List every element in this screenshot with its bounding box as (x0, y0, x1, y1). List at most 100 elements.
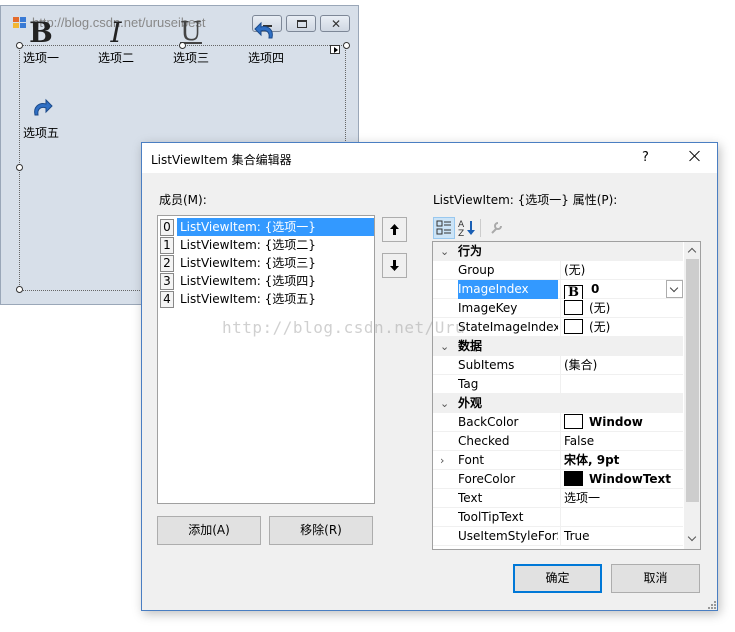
property-value[interactable]: B0 (560, 280, 683, 299)
members-listbox[interactable]: 0 ListViewItem: {选项一} 1 ListViewItem: {选… (157, 215, 375, 504)
resize-handle[interactable] (16, 164, 23, 171)
remove-button[interactable]: 移除(R) (269, 516, 373, 545)
collapse-chevron-icon[interactable]: ⌄ (440, 397, 449, 410)
property-row-font[interactable]: › Font 宋体, 9pt (433, 451, 683, 470)
category-name: 外观 (458, 396, 483, 410)
property-grid[interactable]: ⌄ 行为 Group (无) ImageIndex B0 ImageKey (无… (432, 241, 701, 550)
property-pages-button[interactable] (485, 217, 507, 239)
scrollbar-thumb[interactable] (686, 259, 699, 502)
property-value[interactable]: (无) (560, 299, 683, 318)
member-index: 0 (160, 219, 174, 236)
member-row[interactable]: 0 ListViewItem: {选项一} (159, 218, 374, 236)
property-value[interactable]: 选项一 (560, 489, 683, 508)
toolbar-separator (480, 219, 481, 237)
property-grid-scrollbar[interactable] (684, 242, 700, 549)
scroll-up-arrow-icon[interactable] (687, 247, 697, 257)
member-row[interactable]: 3 ListViewItem: {选项四} (159, 272, 374, 290)
collection-editor-dialog: ListViewItem 集合编辑器 ? 成员(M): 0 ListViewIt… (141, 142, 718, 611)
property-value[interactable] (560, 508, 683, 527)
property-row-checked[interactable]: Checked False (433, 432, 683, 451)
category-appearance[interactable]: ⌄ 外观 (433, 394, 683, 413)
property-row-imagekey[interactable]: ImageKey (无) (433, 299, 683, 318)
stateimageindex-value: (无) (589, 320, 611, 334)
member-text: ListViewItem: {选项五} (180, 292, 316, 306)
arrow-up-icon (390, 224, 399, 235)
svg-text:Z: Z (458, 229, 464, 239)
dialog-close-button[interactable] (685, 147, 705, 167)
property-row-tag[interactable]: Tag (433, 375, 683, 394)
member-text: ListViewItem: {选项二} (180, 238, 316, 252)
property-value[interactable]: WindowText (560, 470, 683, 489)
property-value[interactable]: Window (560, 413, 683, 432)
underline-icon: U (180, 17, 202, 47)
add-button[interactable]: 添加(A) (157, 516, 261, 545)
property-row-text[interactable]: Text 选项一 (433, 489, 683, 508)
move-down-button[interactable] (382, 253, 407, 278)
wrench-icon (491, 222, 502, 234)
ok-button[interactable]: 确定 (513, 564, 602, 593)
dropdown-button[interactable] (666, 280, 683, 298)
property-value[interactable]: True (560, 527, 683, 546)
dialog-title-bar[interactable]: ListViewItem 集合编辑器 ? (142, 143, 717, 173)
collapse-chevron-icon[interactable]: ⌄ (440, 340, 449, 353)
property-name: ToolTipText (458, 510, 524, 524)
resize-handle[interactable] (16, 286, 23, 293)
collapse-chevron-icon[interactable]: ⌄ (440, 245, 449, 258)
imagekey-value: (无) (589, 301, 611, 315)
empty-image-swatch (564, 319, 583, 334)
member-row[interactable]: 1 ListViewItem: {选项二} (159, 236, 374, 254)
member-index: 1 (160, 237, 174, 254)
sort-alphabetical-icon: A Z (458, 220, 475, 239)
property-row-group[interactable]: Group (无) (433, 261, 683, 280)
property-value[interactable]: 宋体, 9pt (560, 451, 683, 470)
alphabetical-button[interactable]: A Z (456, 217, 478, 239)
property-row-subitems[interactable]: SubItems (集合) (433, 356, 683, 375)
categorized-icon (436, 220, 451, 235)
member-row[interactable]: 2 ListViewItem: {选项三} (159, 254, 374, 272)
property-value[interactable] (560, 375, 683, 394)
categorized-button[interactable] (433, 217, 455, 239)
property-value[interactable]: False (560, 432, 683, 451)
help-button[interactable]: ? (642, 150, 649, 165)
scroll-down-arrow-icon[interactable] (687, 532, 697, 542)
member-index: 3 (160, 273, 174, 290)
property-row-forecolor[interactable]: ForeColor WindowText (433, 470, 683, 489)
resize-handle[interactable] (16, 42, 23, 49)
property-row-backcolor[interactable]: BackColor Window (433, 413, 683, 432)
category-data[interactable]: ⌄ 数据 (433, 337, 683, 356)
member-row[interactable]: 4 ListViewItem: {选项五} (159, 290, 374, 308)
resize-handle[interactable] (179, 42, 186, 49)
property-value[interactable]: (无) (560, 318, 683, 337)
property-row-stateimageindex[interactable]: StateImageIndex (无) (433, 318, 683, 337)
property-name: ImageIndex (458, 280, 558, 299)
member-text: ListViewItem: {选项四} (180, 274, 316, 288)
property-row-imageindex[interactable]: ImageIndex B0 (433, 280, 683, 299)
dialog-title: ListViewItem 集合编辑器 (151, 153, 292, 167)
cancel-button[interactable]: 取消 (611, 564, 700, 593)
property-name: SubItems (458, 358, 515, 372)
property-name: Font (458, 453, 485, 467)
property-name: StateImageIndex (458, 320, 558, 334)
resize-grip-icon[interactable] (708, 601, 716, 609)
property-name: UseItemStyleForS (458, 529, 558, 543)
member-index: 4 (160, 291, 174, 308)
category-behavior[interactable]: ⌄ 行为 (433, 242, 683, 261)
expand-chevron-icon[interactable]: › (440, 454, 444, 467)
watermark-text: http://blog.csdn.net/Uru (222, 318, 466, 337)
smart-tag-glyph[interactable] (330, 45, 340, 54)
property-name: Text (458, 491, 483, 505)
members-label: 成员(M): (159, 193, 207, 207)
property-value[interactable]: (集合) (560, 356, 683, 375)
image-preview-bold-icon: B (564, 285, 583, 299)
resize-handle[interactable] (343, 42, 350, 49)
category-name: 数据 (458, 339, 483, 353)
color-swatch (564, 471, 583, 486)
backcolor-value: Window (589, 415, 643, 429)
forecolor-value: WindowText (589, 472, 672, 486)
property-row-tooltiptext[interactable]: ToolTipText (433, 508, 683, 527)
member-text: ListViewItem: {选项一} (177, 218, 374, 236)
property-row-useitemstyle[interactable]: UseItemStyleForS True (433, 527, 683, 546)
move-up-button[interactable] (382, 217, 407, 242)
property-value[interactable]: (无) (560, 261, 683, 280)
property-name: ImageKey (458, 301, 518, 315)
